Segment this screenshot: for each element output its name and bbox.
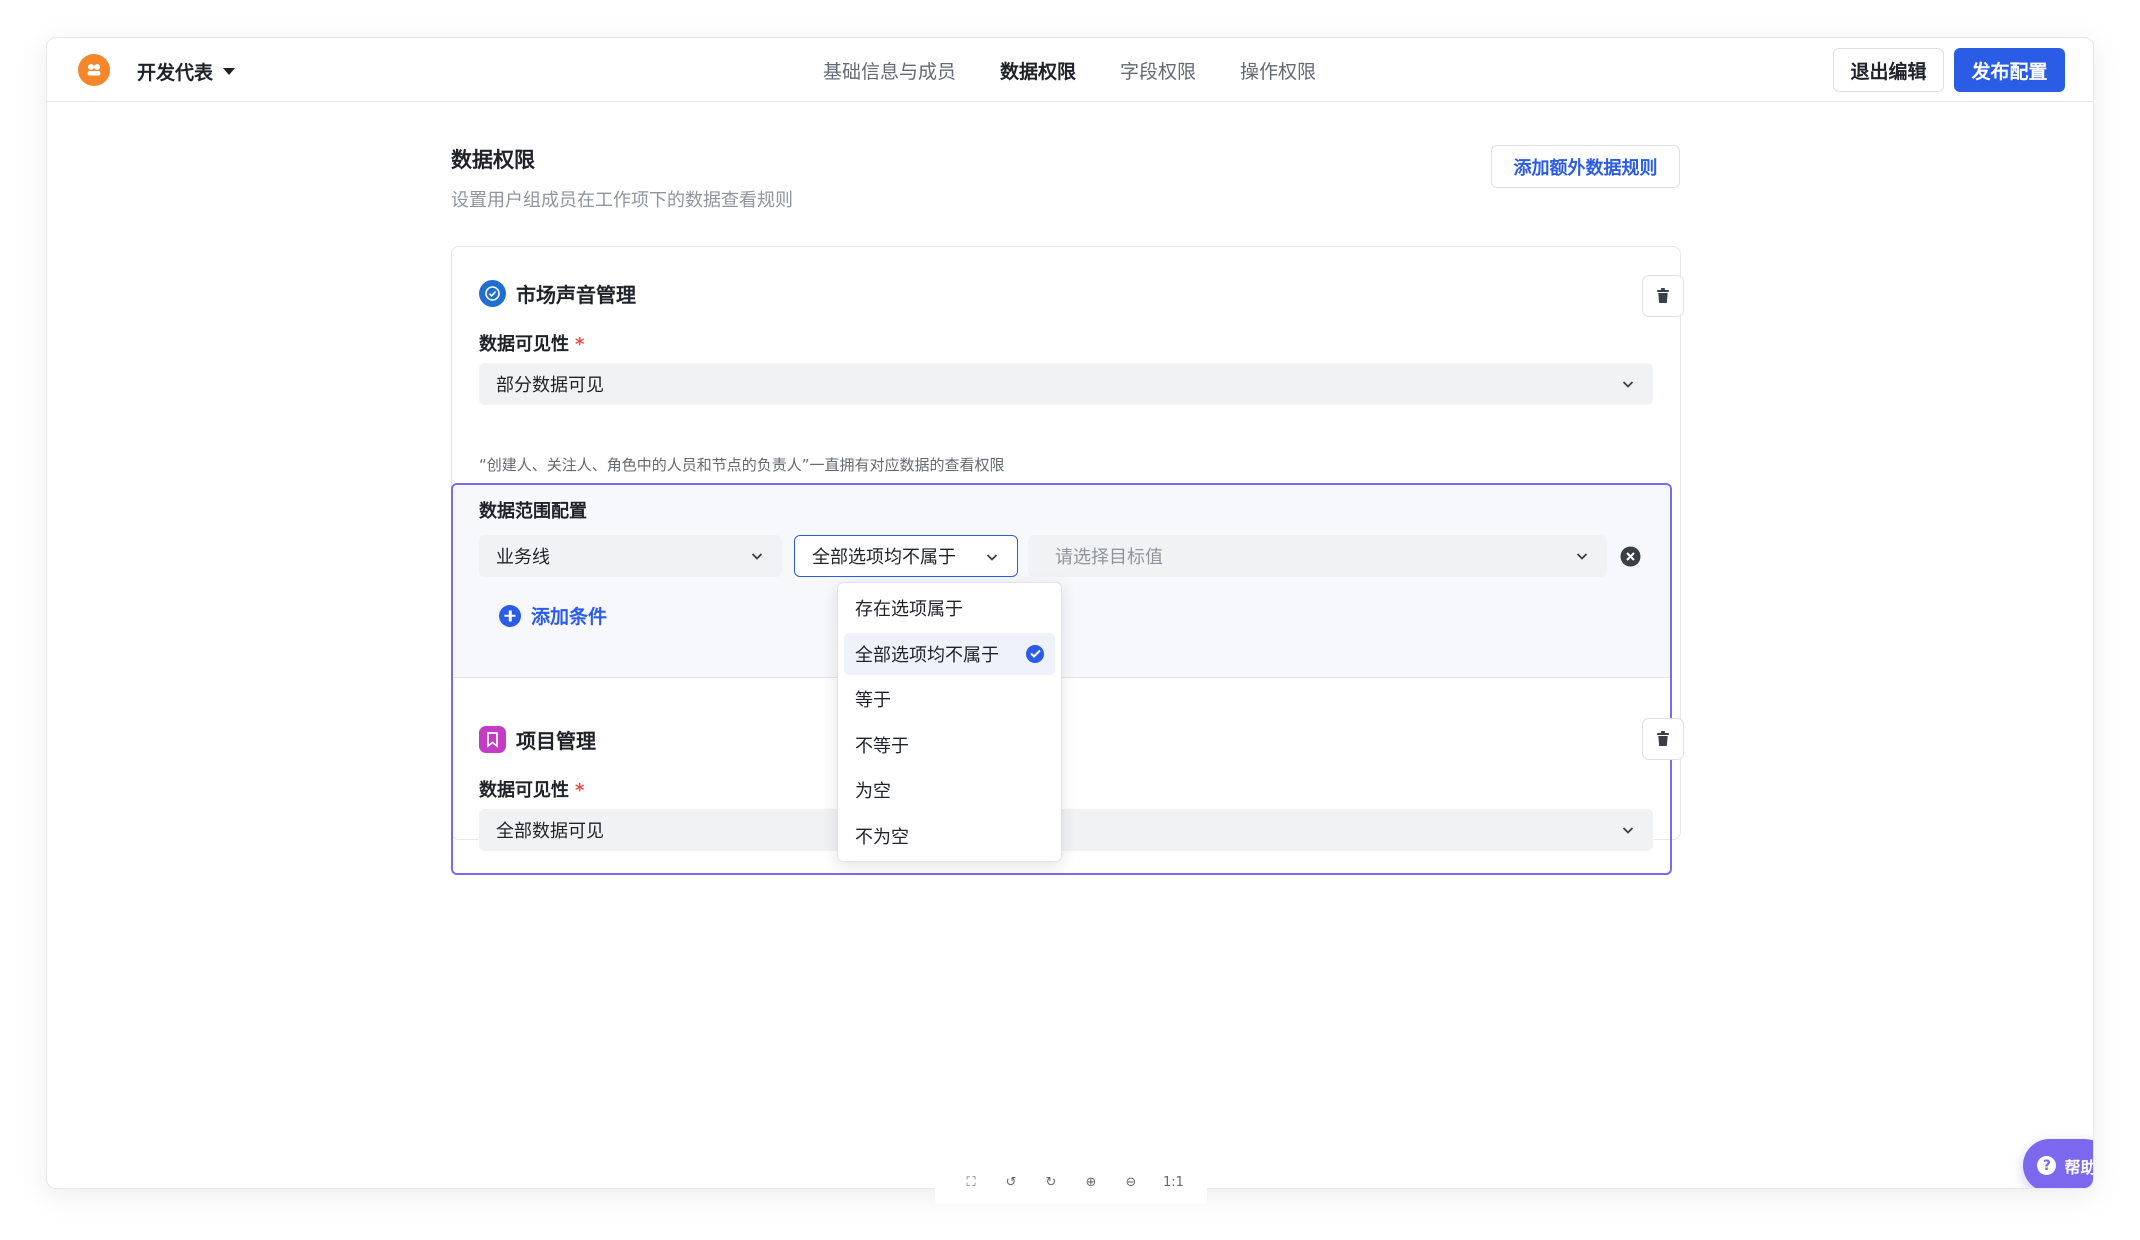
operator-value: 全部选项均不属于 — [812, 547, 956, 568]
project-name: 开发代表 — [137, 62, 214, 84]
visibility-label: 数据可见性 * — [479, 780, 585, 801]
exit-edit-button[interactable]: 退出编辑 — [1833, 48, 1944, 92]
rule-name: 市场声音管理 — [516, 283, 636, 307]
users-icon — [87, 64, 101, 76]
top-header: 开发代表 基础信息与成员 数据权限 字段权限 操作权限 退出编辑 发布配置 — [47, 38, 2093, 102]
visibility-value: 部分数据可见 — [496, 375, 604, 396]
trash-icon — [1657, 731, 1669, 746]
plus-circle-icon — [499, 604, 521, 627]
check-icon — [1026, 644, 1044, 663]
caret-down-icon — [223, 68, 236, 75]
fit-icon[interactable]: ⛶ — [963, 1175, 979, 1190]
chevron-down-icon — [751, 553, 763, 560]
rotate-right-icon[interactable]: ↻ — [1043, 1175, 1059, 1190]
check-circle-icon — [479, 280, 506, 307]
section-title: 数据权限 — [451, 148, 535, 172]
chevron-down-icon — [1622, 827, 1634, 834]
dropdown-option[interactable]: 等于 — [844, 678, 1055, 720]
add-extra-rule-button[interactable]: 添加额外数据规则 — [1491, 145, 1680, 188]
zoom-toolbar: ⛶ ↺ ↻ ⊕ ⊖ 1:1 — [935, 1160, 1207, 1204]
visibility-select[interactable]: 全部数据可见 — [479, 809, 1653, 851]
permission-hint: “创建人、关注人、角色中的人员和节点的负责人”一直拥有对应数据的查看权限 — [479, 456, 1005, 474]
zoom-out-icon[interactable]: ⊖ — [1123, 1175, 1139, 1190]
dropdown-option[interactable]: 为空 — [844, 769, 1055, 811]
tab-operation-permission[interactable]: 操作权限 — [1240, 57, 1316, 84]
target-placeholder: 请选择目标值 — [1055, 547, 1163, 568]
dropdown-option[interactable]: 存在选项属于 — [844, 587, 1055, 629]
delete-rule-button[interactable] — [1642, 275, 1684, 317]
operator-dropdown: 存在选项属于 全部选项均不属于 等于 不等于 为空 不为空 — [837, 582, 1062, 862]
zoom-reset-button[interactable]: 1:1 — [1163, 1175, 1184, 1190]
add-condition-button[interactable]: 添加条件 — [499, 602, 607, 629]
dropdown-option[interactable]: 不为空 — [844, 815, 1055, 857]
delete-rule-button[interactable] — [1642, 718, 1684, 760]
app-window: 开发代表 基础信息与成员 数据权限 字段权限 操作权限 退出编辑 发布配置 数据… — [46, 37, 2094, 1189]
tab-data-permission[interactable]: 数据权限 — [1000, 57, 1076, 84]
trash-icon — [1657, 288, 1669, 303]
tab-bar: 基础信息与成员 数据权限 字段权限 操作权限 — [823, 38, 1360, 102]
tab-basic-info[interactable]: 基础信息与成员 — [823, 57, 956, 84]
section-description: 设置用户组成员在工作项下的数据查看规则 — [451, 190, 793, 211]
chevron-down-icon — [986, 554, 998, 561]
rule-title-market-voice: 市场声音管理 — [479, 279, 636, 308]
chevron-down-icon — [1576, 553, 1588, 560]
rule-name: 项目管理 — [516, 729, 596, 753]
help-button[interactable]: ? 帮助 — [2023, 1139, 2093, 1188]
range-config-label: 数据范围配置 — [479, 501, 587, 522]
visibility-value: 全部数据可见 — [496, 821, 604, 842]
question-icon: ? — [2037, 1156, 2057, 1175]
chevron-down-icon — [1622, 381, 1634, 388]
zoom-in-icon[interactable]: ⊕ — [1083, 1175, 1099, 1190]
target-value-select[interactable]: 请选择目标值 — [1028, 535, 1607, 577]
rule-title-project: 项目管理 — [479, 725, 596, 754]
visibility-select[interactable]: 部分数据可见 — [479, 363, 1653, 405]
bookmark-icon — [479, 726, 506, 753]
rotate-left-icon[interactable]: ↺ — [1003, 1175, 1019, 1190]
field-value: 业务线 — [496, 547, 550, 568]
app-logo[interactable] — [78, 54, 110, 86]
tab-field-permission[interactable]: 字段权限 — [1120, 57, 1196, 84]
dropdown-option[interactable]: 不等于 — [844, 724, 1055, 766]
project-switcher[interactable]: 开发代表 — [137, 58, 236, 85]
publish-config-button[interactable]: 发布配置 — [1954, 48, 2065, 92]
operator-select[interactable]: 全部选项均不属于 — [794, 535, 1018, 577]
visibility-label: 数据可见性 * — [479, 334, 585, 355]
field-select[interactable]: 业务线 — [479, 535, 782, 577]
dropdown-option-selected[interactable]: 全部选项均不属于 — [844, 632, 1055, 675]
remove-condition-icon[interactable] — [1620, 546, 1641, 567]
